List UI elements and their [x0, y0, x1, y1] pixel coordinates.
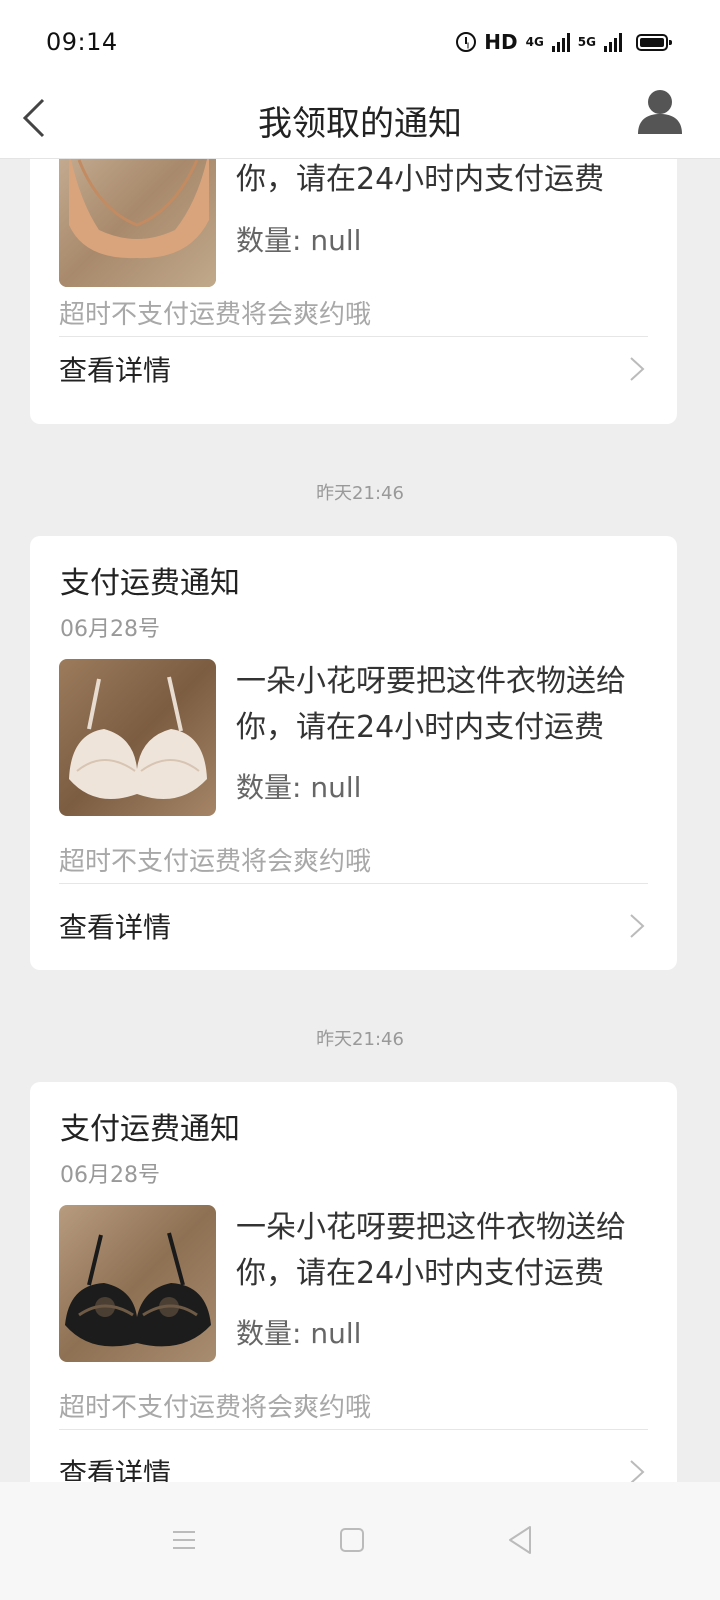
- quantity-label: 数量: null: [236, 771, 362, 804]
- view-details-button[interactable]: 查看详情: [59, 896, 648, 956]
- beige-bra-image: [59, 159, 216, 287]
- app-header: 我领取的通知: [0, 80, 720, 159]
- home-button[interactable]: [332, 1520, 372, 1560]
- home-square-icon: [340, 1528, 364, 1552]
- chevron-right-icon: [630, 914, 645, 938]
- white-lace-bra-image: [59, 659, 216, 816]
- menu-button[interactable]: [164, 1520, 204, 1560]
- quantity-label: 数量: null: [236, 224, 362, 257]
- back-triangle-icon: [509, 1526, 531, 1554]
- battery-icon: [636, 33, 672, 51]
- user-avatar-icon: [638, 90, 682, 134]
- message-timestamp: 昨天21:46: [316, 1029, 404, 1050]
- status-time: 09:14: [46, 28, 118, 56]
- notification-card: 支付运费通知 06月28号 一朵小花呀要把这件衣物送给你，请在24小时内支付运费…: [30, 1082, 677, 1482]
- page-title: 我领取的通知: [258, 104, 462, 144]
- status-icons: HD 4G 5G: [456, 30, 672, 54]
- divider: [59, 1429, 648, 1430]
- quantity-label: 数量: null: [236, 1317, 362, 1350]
- system-nav-bar: [0, 1482, 720, 1600]
- notification-title: 支付运费通知: [60, 1112, 240, 1147]
- notification-card: 你，请在24小时内支付运费 数量: null 超时不支付运费将会爽约哦 查看详情: [30, 159, 677, 424]
- timeout-warning: 超时不支付运费将会爽约哦: [59, 847, 372, 877]
- status-bar: 09:14 HD 4G 5G: [0, 0, 720, 80]
- notification-list[interactable]: 你，请在24小时内支付运费 数量: null 超时不支付运费将会爽约哦 查看详情…: [0, 159, 720, 1482]
- notification-description: 一朵小花呀要把这件衣物送给你，请在24小时内支付运费: [236, 664, 626, 745]
- menu-icon: [173, 1531, 195, 1549]
- network-5g-label: 5G: [577, 35, 596, 49]
- hd-indicator: HD: [484, 30, 518, 54]
- notification-description: 你，请在24小时内支付运费: [236, 162, 605, 197]
- notification-date: 06月28号: [60, 1163, 160, 1188]
- alarm-icon: [456, 32, 477, 52]
- item-thumbnail[interactable]: [59, 1205, 216, 1362]
- view-details-button[interactable]: 查看详情: [59, 1442, 648, 1482]
- black-lace-bra-image: [59, 1205, 216, 1362]
- item-thumbnail[interactable]: [59, 159, 216, 287]
- view-details-label: 查看详情: [59, 911, 172, 944]
- timeout-warning: 超时不支付运费将会爽约哦: [59, 300, 372, 330]
- notification-card: 支付运费通知 06月28号 一朵小花呀要把这件衣物送给你，请在24小时内支付运费…: [30, 536, 677, 970]
- timeout-warning: 超时不支付运费将会爽约哦: [59, 1393, 372, 1423]
- notification-date: 06月28号: [60, 617, 160, 642]
- divider: [59, 883, 648, 884]
- item-thumbnail[interactable]: [59, 659, 216, 816]
- chevron-right-icon: [630, 357, 645, 381]
- message-timestamp: 昨天21:46: [316, 483, 404, 504]
- divider: [59, 336, 648, 337]
- signal-icon: [551, 32, 570, 52]
- notification-title: 支付运费通知: [60, 566, 240, 601]
- system-back-button[interactable]: [500, 1520, 540, 1560]
- signal-icon-2: [604, 32, 622, 52]
- view-details-label: 查看详情: [59, 1457, 172, 1482]
- view-details-button[interactable]: 查看详情: [59, 339, 648, 399]
- chevron-right-icon: [630, 1460, 645, 1482]
- user-profile-button[interactable]: [634, 86, 686, 142]
- view-details-label: 查看详情: [59, 354, 172, 387]
- notification-description: 一朵小花呀要把这件衣物送给你，请在24小时内支付运费: [236, 1210, 626, 1291]
- network-4g-label: 4G: [525, 35, 544, 49]
